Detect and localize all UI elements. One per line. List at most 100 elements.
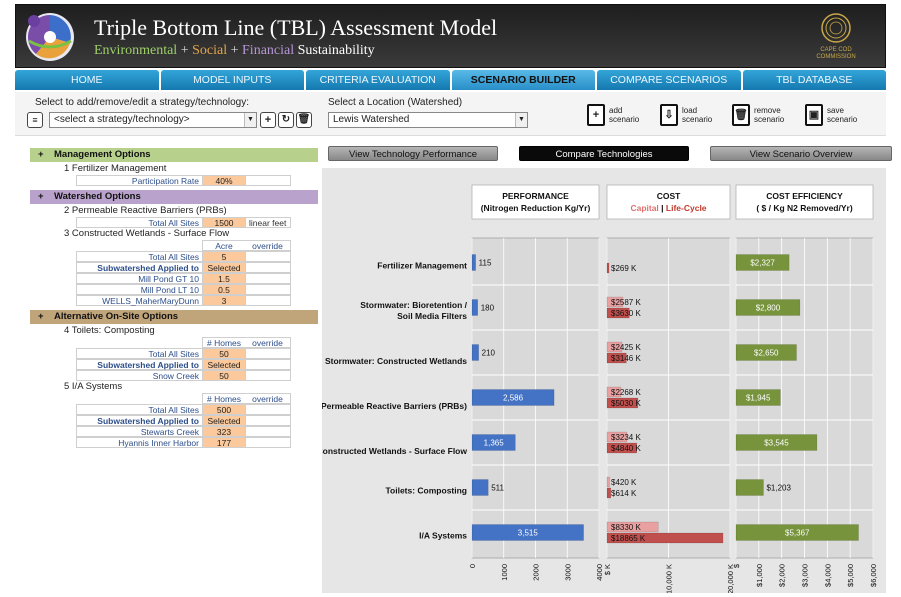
subwatershed-amount[interactable]: 323 [202, 426, 245, 437]
data-label: $3234 K [611, 433, 641, 442]
subwatershed-amount[interactable]: 1.5 [202, 273, 245, 284]
strategy-select[interactable]: <select a strategy/technology> ▼ [49, 112, 257, 128]
override-cell[interactable] [245, 295, 291, 306]
data-label: $18865 K [611, 534, 646, 543]
save-document-icon: ▣ [805, 104, 823, 126]
subwatershed-value[interactable]: Selected [202, 359, 245, 370]
subwatershed-amount[interactable]: 177 [202, 437, 245, 448]
override-cell[interactable] [245, 415, 291, 426]
section-management-options[interactable]: + Management Options [30, 148, 318, 162]
override-cell[interactable] [245, 273, 291, 284]
add-scenario-button[interactable]: + add scenario [587, 102, 639, 128]
download-document-icon: ⇩ [660, 104, 678, 126]
empty-cell [76, 240, 202, 251]
data-label: $420 K [611, 478, 637, 487]
remove-scenario-line2: scenario [754, 115, 785, 124]
subwatershed-value[interactable]: Selected [202, 262, 245, 273]
view-technology-performance-button[interactable]: View Technology Performance [328, 146, 498, 161]
compare-technologies-chart: Fertilizer Management Stormwater: Biorete… [322, 184, 878, 593]
prb-total-value[interactable]: 1500 [202, 217, 245, 228]
location-select[interactable]: Lewis Watershed ▼ [328, 112, 528, 128]
data-label: $3630 K [611, 309, 641, 318]
subwatershed-amount[interactable]: 3 [202, 295, 245, 306]
column-header: override [245, 393, 291, 404]
data-label: 511 [491, 484, 504, 493]
override-cell[interactable] [245, 370, 291, 381]
section-title: Alternative On-Site Options [54, 311, 179, 322]
data-label: 2,586 [503, 394, 524, 403]
override-cell[interactable] [245, 284, 291, 295]
save-scenario-button[interactable]: ▣ save scenario [805, 102, 857, 128]
subwatershed-amount[interactable]: 0.5 [202, 284, 245, 295]
subwatershed-amount[interactable]: 50 [202, 370, 245, 381]
bar [735, 479, 764, 496]
tab-home[interactable]: HOME [15, 70, 159, 90]
data-label: $3146 K [611, 354, 641, 363]
load-scenario-button[interactable]: ⇩ load scenario [660, 102, 712, 128]
toolbar: Select to add/remove/edit a strategy/tec… [15, 92, 886, 136]
chevron-down-icon: ▼ [244, 113, 256, 127]
tick-label: 3000 [563, 564, 572, 581]
participation-value[interactable]: 40% [202, 175, 245, 186]
data-label: 1,365 [484, 439, 505, 448]
strategy-item: 2 Permeable Reactive Barriers (PRBs) [64, 205, 227, 216]
subwatershed-value[interactable]: Selected [202, 415, 245, 426]
bar [606, 476, 610, 488]
data-label: $5,367 [785, 529, 810, 538]
remove-scenario-button[interactable]: 🗑 remove scenario [732, 102, 784, 128]
save-scenario-line1: save [827, 106, 844, 115]
add-strategy-button[interactable]: + [260, 112, 276, 128]
bar [471, 254, 476, 271]
tc-total-value[interactable]: 50 [202, 348, 245, 359]
section-watershed-options[interactable]: + Watershed Options [30, 190, 318, 204]
column-header: Acre [202, 240, 245, 251]
override-cell[interactable] [245, 404, 291, 415]
data-label: $2587 K [611, 298, 641, 307]
ia-total-value[interactable]: 500 [202, 404, 245, 415]
data-label: $1,945 [746, 394, 771, 403]
tick-label: $4,000 [823, 564, 832, 587]
empty-cell [245, 175, 291, 186]
override-cell[interactable] [245, 262, 291, 273]
override-cell[interactable] [245, 437, 291, 448]
trash-icon[interactable]: 🗑 [296, 112, 312, 128]
bar [606, 262, 610, 274]
total-label: Total All Sites [76, 251, 202, 262]
add-scenario-line1: add [609, 106, 623, 115]
tick-label: $ [732, 563, 741, 568]
tab-tbl-database[interactable]: TBL DATABASE [742, 70, 886, 90]
data-label: $3,545 [764, 439, 789, 448]
column-header: # Homes [202, 337, 245, 348]
load-scenario-line1: load [682, 106, 698, 115]
refresh-icon[interactable]: ↻ [278, 112, 294, 128]
view-scenario-overview-button[interactable]: View Scenario Overview [710, 146, 892, 161]
empty-cell [76, 337, 202, 348]
data-label: $5030 K [611, 399, 641, 408]
unit-label: linear feet [245, 217, 291, 228]
subtitle-part: Environmental [94, 43, 178, 58]
subwatershed-name: Stewarts Creek [76, 426, 202, 437]
tab-model-inputs[interactable]: MODEL INPUTS [160, 70, 304, 90]
layers-icon[interactable]: ≡ [27, 112, 43, 128]
data-label: 180 [481, 304, 495, 313]
tab-compare-scenarios[interactable]: COMPARE SCENARIOS [597, 70, 741, 90]
tick-label: $6,000 [869, 564, 878, 587]
override-cell[interactable] [245, 359, 291, 370]
override-cell[interactable] [245, 348, 291, 359]
tab-criteria-evaluation[interactable]: CRITERIA EVALUATION [306, 70, 450, 90]
override-cell[interactable] [245, 426, 291, 437]
panel-subtitle: ( $ / Kg N2 Removed/Yr) [756, 203, 853, 213]
section-alternative-onsite-options[interactable]: + Alternative On-Site Options [30, 310, 318, 324]
tbl-logo-icon [26, 13, 74, 61]
expand-icon: + [38, 149, 44, 160]
tick-label: $ K [603, 564, 612, 575]
column-header: # Homes [202, 393, 245, 404]
compare-technologies-button[interactable]: Compare Technologies [519, 146, 689, 161]
tick-label: 2000 [532, 564, 541, 581]
bar [471, 299, 478, 316]
tab-scenario-builder[interactable]: SCENARIO BUILDER [451, 70, 595, 90]
cw-total-value[interactable]: 5 [202, 251, 245, 262]
subtitle-part: + [177, 43, 193, 58]
subwatershed-name: Snow Creek [76, 370, 202, 381]
override-cell[interactable] [245, 251, 291, 262]
